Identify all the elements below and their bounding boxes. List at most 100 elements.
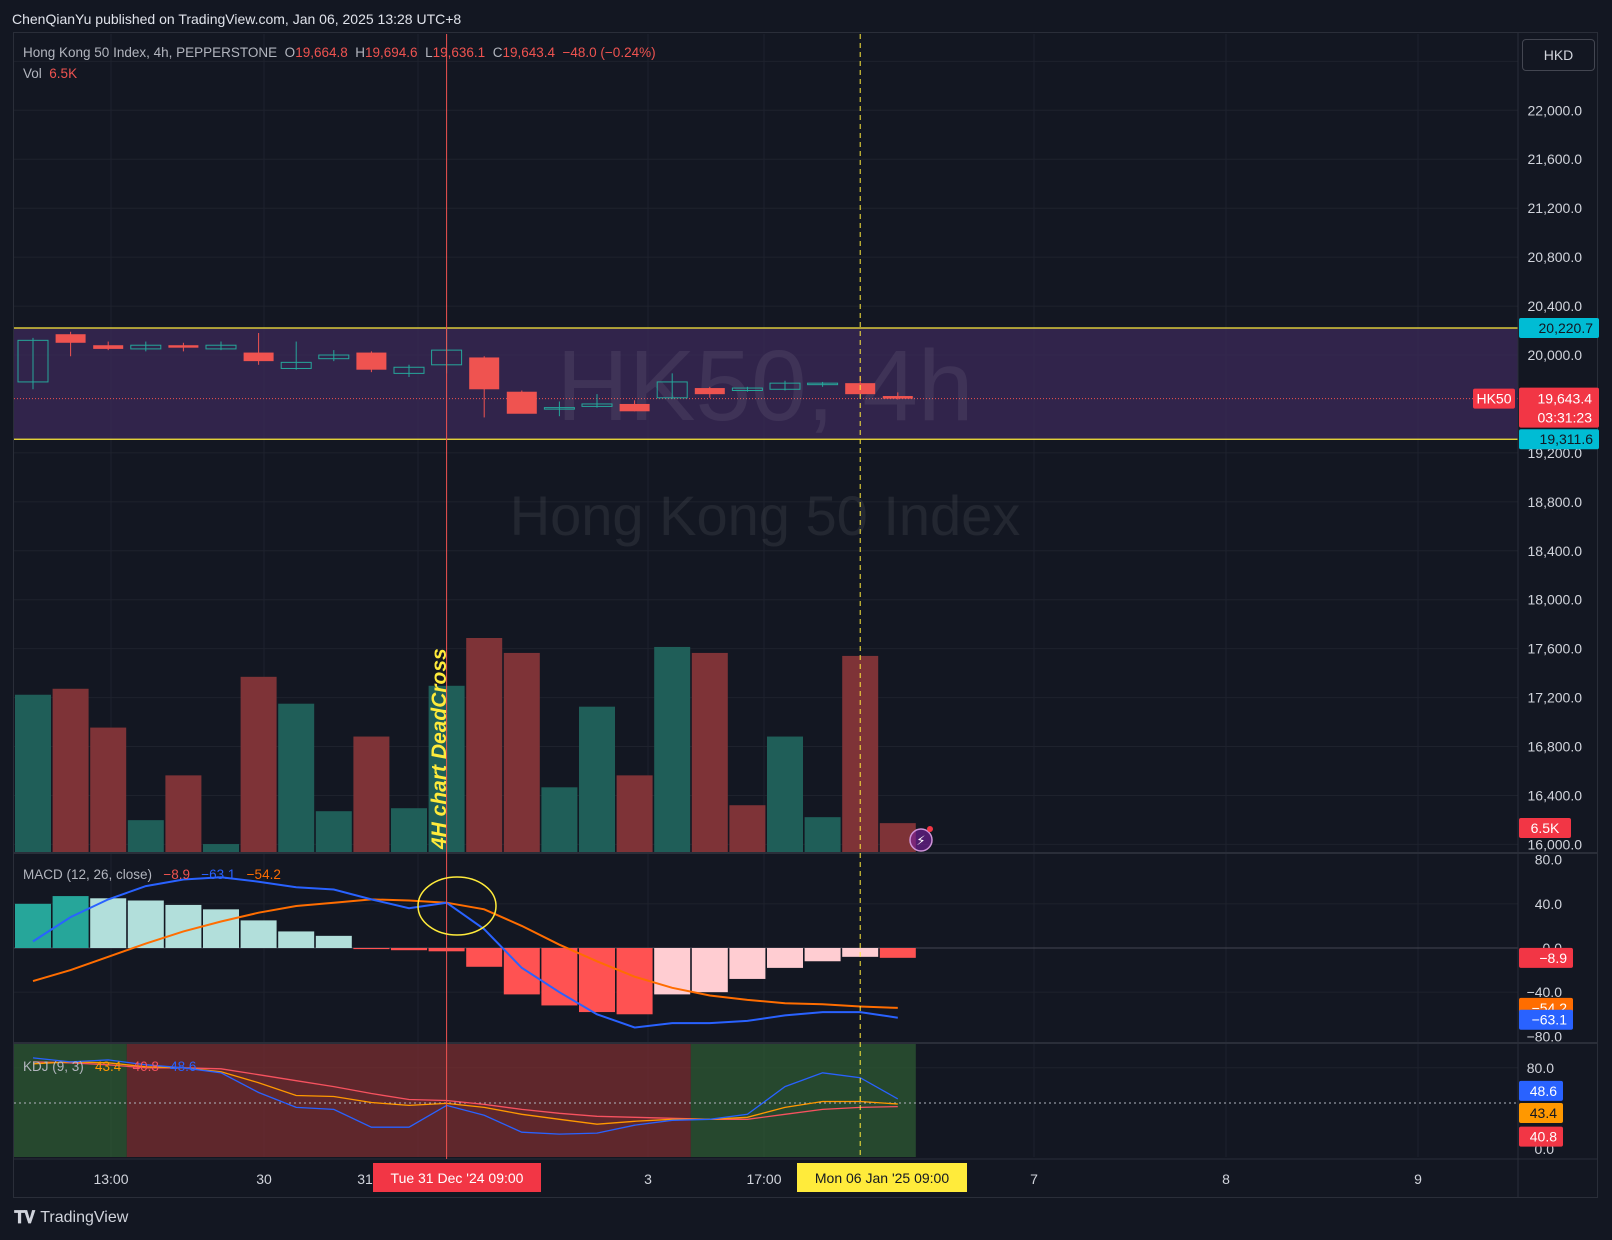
volume-bar	[52, 688, 89, 853]
macd-hist-value: −8.9	[163, 867, 190, 882]
currency-button[interactable]: HKD	[1522, 39, 1595, 71]
volume-tag: 6.5K	[1531, 820, 1560, 836]
kdj-pane	[14, 1044, 1518, 1157]
macd-line-value: −63.1	[201, 867, 236, 882]
macd-histogram-bar	[165, 904, 202, 948]
watermark-name: Hong Kong 50 Index	[510, 484, 1021, 547]
legend-symbol[interactable]: Hong Kong 50 Index, 4h, PEPPERSTONE	[23, 45, 277, 60]
macd-histogram-bar	[767, 948, 803, 968]
time-tick: 7	[1030, 1171, 1038, 1187]
macd-tick: 40.0	[1535, 896, 1562, 912]
kdj-zone	[126, 1044, 691, 1157]
price-tick: 16,000.0	[1528, 836, 1583, 852]
legend-h-label: H	[355, 45, 366, 60]
legend-change: −48.0 (−0.24%)	[562, 45, 656, 60]
price-tick: 18,000.0	[1528, 592, 1583, 608]
time-tick: 8	[1222, 1171, 1230, 1187]
macd-histogram-bar	[691, 948, 728, 993]
time-tick: 17:00	[746, 1171, 781, 1187]
kdj-d-value: 40.8	[132, 1059, 159, 1074]
legend-c-label: C	[492, 45, 503, 60]
macd-tick: −80.0	[1527, 1028, 1563, 1044]
macd-histogram-bar	[729, 948, 766, 979]
price-tick: 20,800.0	[1528, 249, 1583, 265]
last-price-value: 19,643.4	[1538, 391, 1593, 407]
vol-label[interactable]: Vol	[23, 66, 42, 81]
volume-bar	[466, 638, 503, 853]
price-tick: 17,200.0	[1528, 690, 1583, 706]
macd-histogram-bar	[804, 948, 841, 962]
macd-histogram-bar	[541, 948, 578, 1006]
price-tick: 18,800.0	[1528, 494, 1583, 510]
macd-hist-tag: −8.9	[1539, 950, 1567, 966]
band-bottom-tag: 19,311.6	[1540, 431, 1594, 447]
candle-body	[243, 352, 274, 362]
macd-signal-value: −54.2	[246, 867, 281, 882]
volume-bar	[15, 694, 51, 853]
legend-high: 19,694.6	[365, 45, 418, 60]
macd-tick: −40.0	[1527, 984, 1563, 1000]
kdj-k-tag: 43.4	[1530, 1105, 1557, 1121]
watermark-ticker: HK50, 4h	[557, 330, 974, 442]
volume-bars	[15, 638, 916, 853]
volume-bar	[127, 820, 164, 853]
macd-label[interactable]: MACD (12, 26, close)	[23, 867, 152, 882]
macd-histogram-bar	[240, 920, 277, 948]
kdj-label[interactable]: KDJ (9, 3)	[23, 1059, 84, 1074]
legend-close: 19,643.4	[502, 45, 555, 60]
legend-low: 19,636.1	[432, 45, 486, 60]
tradingview-brand: TradingView	[40, 1209, 129, 1226]
price-tick: 20,000.0	[1528, 347, 1583, 363]
macd-line-tag: −63.1	[1532, 1012, 1568, 1028]
kdj-tick: 80.0	[1527, 1060, 1554, 1076]
tradingview-logo[interactable]: 𝐓𝐕 TradingView	[14, 1208, 128, 1228]
chart-canvas[interactable]: HK50, 4h Hong Kong 50 Index 22,400.022,0…	[0, 0, 1612, 1240]
volume-bar	[541, 787, 578, 853]
price-tick: 20,400.0	[1528, 298, 1583, 314]
macd-legend: MACD (12, 26, close) −8.9 −63.1 −54.2	[23, 867, 281, 882]
countdown-value: 03:31:23	[1538, 410, 1593, 426]
candle-body	[93, 345, 124, 349]
legend-o-label: O	[284, 45, 296, 60]
kdj-j-value: 48.6	[170, 1059, 197, 1074]
main-legend: Hong Kong 50 Index, 4h, PEPPERSTONE O 19,…	[23, 45, 656, 60]
macd-histogram-bar	[278, 931, 315, 948]
volume-bar	[278, 703, 315, 853]
candle-body	[694, 388, 725, 395]
time-tick: 31	[357, 1171, 373, 1187]
band-top-tag: 20,220.7	[1539, 320, 1594, 336]
macd-histogram-bar	[879, 948, 916, 958]
macd-histogram-bar	[127, 900, 164, 948]
watermark: HK50, 4h Hong Kong 50 Index	[510, 330, 1021, 547]
time-tick: 30	[256, 1171, 272, 1187]
kdj-legend: KDJ (9, 3) 43.4 40.8 48.6	[23, 1059, 196, 1074]
pane-separators[interactable]	[14, 32, 1597, 1198]
price-tick: 16,800.0	[1528, 739, 1583, 755]
time-cursor-red: Tue 31 Dec '24 09:00	[391, 1170, 524, 1186]
volume-bar	[804, 817, 841, 853]
macd-histogram-bar	[203, 909, 239, 948]
macd-histogram-bar	[391, 948, 427, 951]
time-cursor-yellow: Mon 06 Jan '25 09:00	[815, 1170, 949, 1186]
time-tick: 13:00	[93, 1171, 128, 1187]
volume-bar	[654, 646, 691, 853]
volume-bar	[315, 811, 352, 853]
macd-histogram-bar	[466, 948, 503, 967]
volume-bar	[503, 652, 540, 853]
kdj-d-tag: 40.8	[1530, 1129, 1557, 1145]
volume-bar	[729, 805, 766, 853]
alert-dot-icon	[927, 826, 933, 832]
macd-histogram-bar	[52, 896, 89, 948]
axes: 22,400.022,000.021,600.021,200.020,800.0…	[93, 53, 1599, 1192]
kdj-j-tag: 48.6	[1530, 1083, 1557, 1099]
price-tick: 21,600.0	[1528, 151, 1583, 167]
volume-bar	[165, 775, 202, 853]
tradingview-logo-icon: 𝐓𝐕	[14, 1208, 35, 1227]
price-tick: 22,000.0	[1528, 102, 1583, 118]
time-tick: 9	[1414, 1171, 1422, 1187]
macd-pane	[15, 876, 916, 1029]
vol-value: 6.5K	[49, 66, 78, 81]
price-tick: 16,400.0	[1528, 787, 1583, 803]
symbol-tag: HK50	[1476, 391, 1511, 407]
kdj-zone	[690, 1044, 916, 1157]
